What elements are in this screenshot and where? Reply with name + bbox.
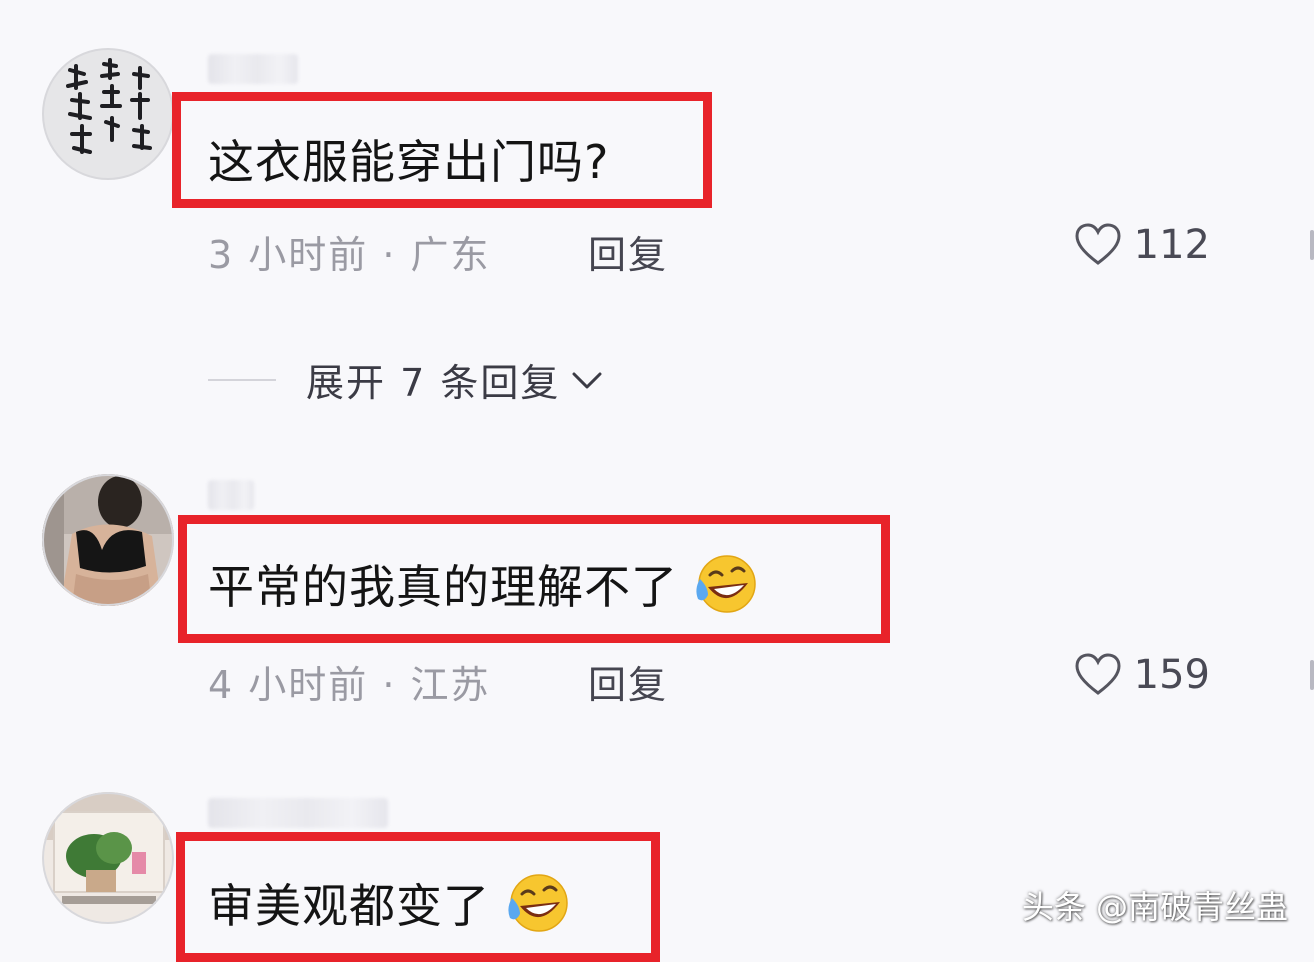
expand-divider (208, 379, 276, 381)
expand-replies-button[interactable]: 展开 7 条回复 (0, 352, 1314, 408)
comment-text-content: 平常的我真的理解不了 (208, 560, 678, 614)
comment-text-content: 审美观都变了 (208, 879, 490, 933)
reply-button[interactable]: 回复 (588, 224, 668, 279)
reply-button[interactable]: 回复 (588, 654, 668, 709)
heart-outline-icon (1075, 653, 1121, 695)
comment-text-content: 这衣服能穿出门吗? (208, 135, 610, 189)
username-blurred[interactable] (208, 480, 254, 510)
expand-replies-label: 展开 7 条回复 (306, 361, 561, 405)
like-button[interactable]: 112 (1074, 222, 1210, 268)
watermark: 头条 @南破青丝蛊 (1021, 888, 1288, 926)
avatar[interactable] (42, 48, 174, 180)
comment-meta: 3 小时前 · 广东 (208, 233, 491, 277)
username-blurred[interactable] (208, 798, 388, 828)
like-button[interactable]: 159 (1074, 652, 1210, 698)
comment-text: 审美观都变了 (208, 870, 570, 936)
scroll-edge (1310, 660, 1314, 690)
laughing-crying-emoji-icon (696, 555, 756, 613)
scroll-edge (1310, 230, 1314, 260)
username-blurred[interactable] (208, 54, 298, 84)
avatar[interactable] (42, 474, 174, 606)
like-count: 159 (1133, 652, 1210, 698)
expand-replies[interactable]: 展开 7 条回复 (306, 352, 604, 407)
comment-text: 平常的我真的理解不了 (208, 551, 758, 617)
comment-meta: 4 小时前 · 江苏 (208, 663, 491, 707)
chevron-down-icon (572, 372, 602, 388)
laughing-crying-emoji-icon (508, 874, 568, 932)
heart-outline-icon (1075, 223, 1121, 265)
comment-text: 这衣服能穿出门吗? (208, 126, 609, 192)
like-count: 112 (1133, 222, 1210, 268)
avatar[interactable] (42, 792, 174, 924)
